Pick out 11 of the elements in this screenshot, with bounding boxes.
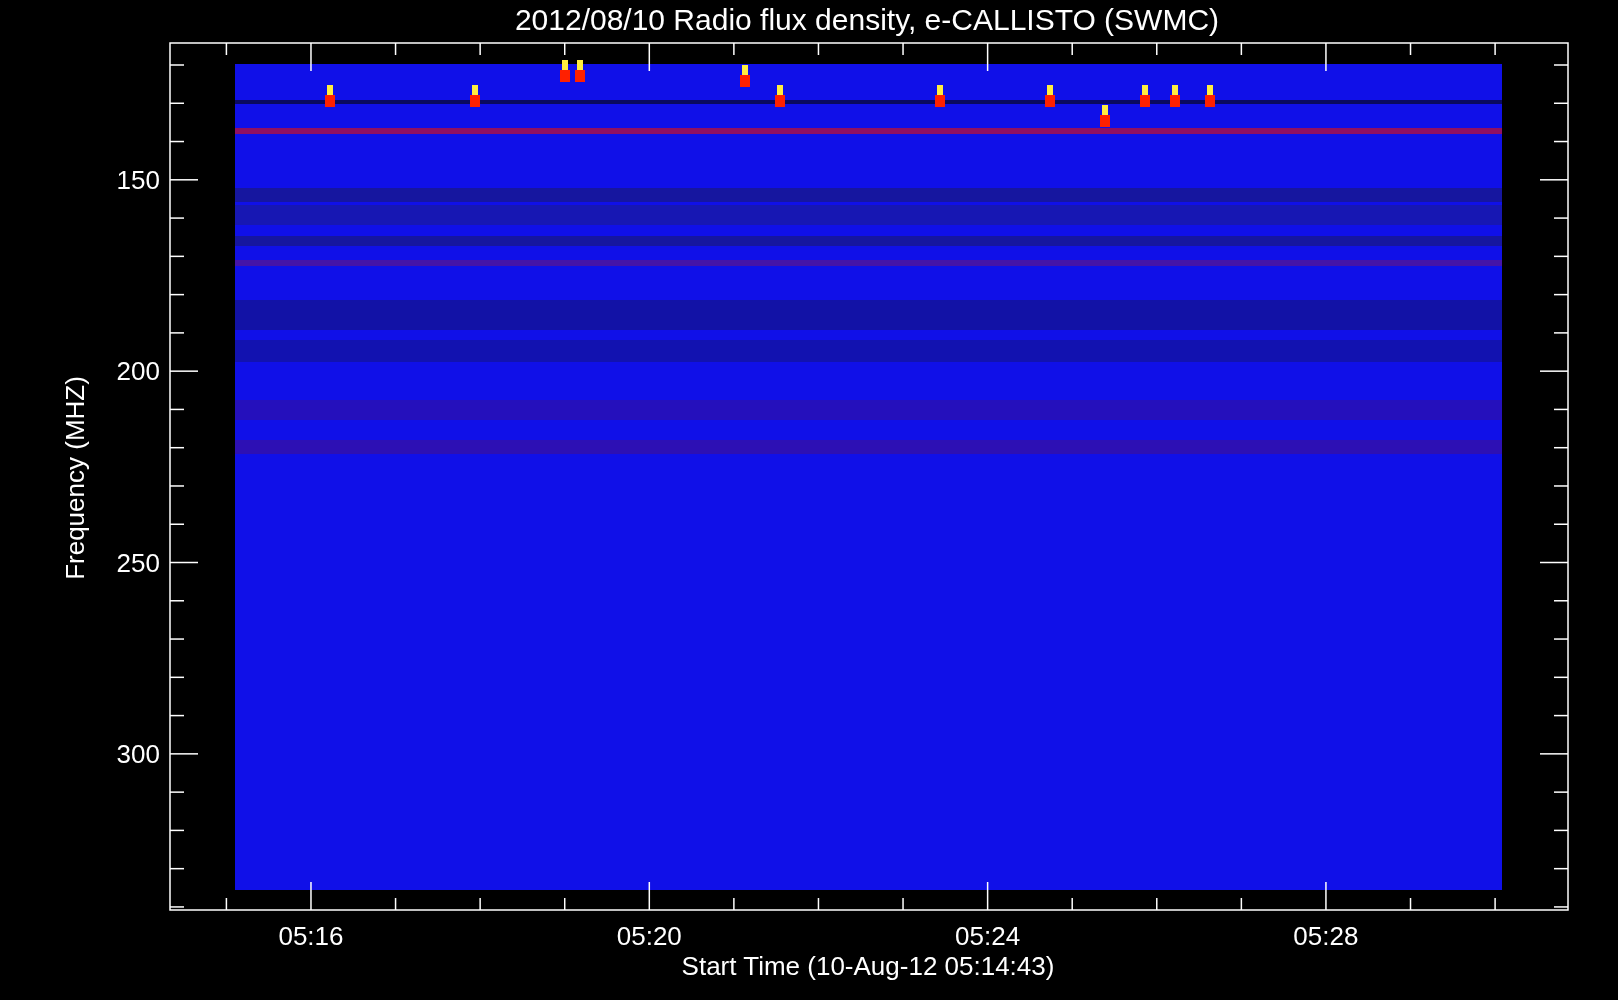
- x-tick-label: 05:24: [955, 921, 1021, 951]
- y-axis-label: Frequency (MHZ): [60, 376, 90, 580]
- y-tick-label: 150: [116, 165, 160, 195]
- x-axis-label: Start Time (10-Aug-12 05:14:43): [681, 951, 1055, 981]
- x-tick-label: 05:16: [278, 921, 344, 951]
- y-tick-label: 300: [116, 739, 160, 770]
- x-tick-label: 05:20: [616, 921, 682, 951]
- y-tick-label: 200: [116, 356, 160, 387]
- chart-title: 2012/08/10 Radio flux density, e-CALLISTO (SWMC): [514, 3, 1220, 36]
- y-tick-label: 250: [116, 547, 160, 578]
- x-tick-label: 05:28: [1293, 921, 1359, 951]
